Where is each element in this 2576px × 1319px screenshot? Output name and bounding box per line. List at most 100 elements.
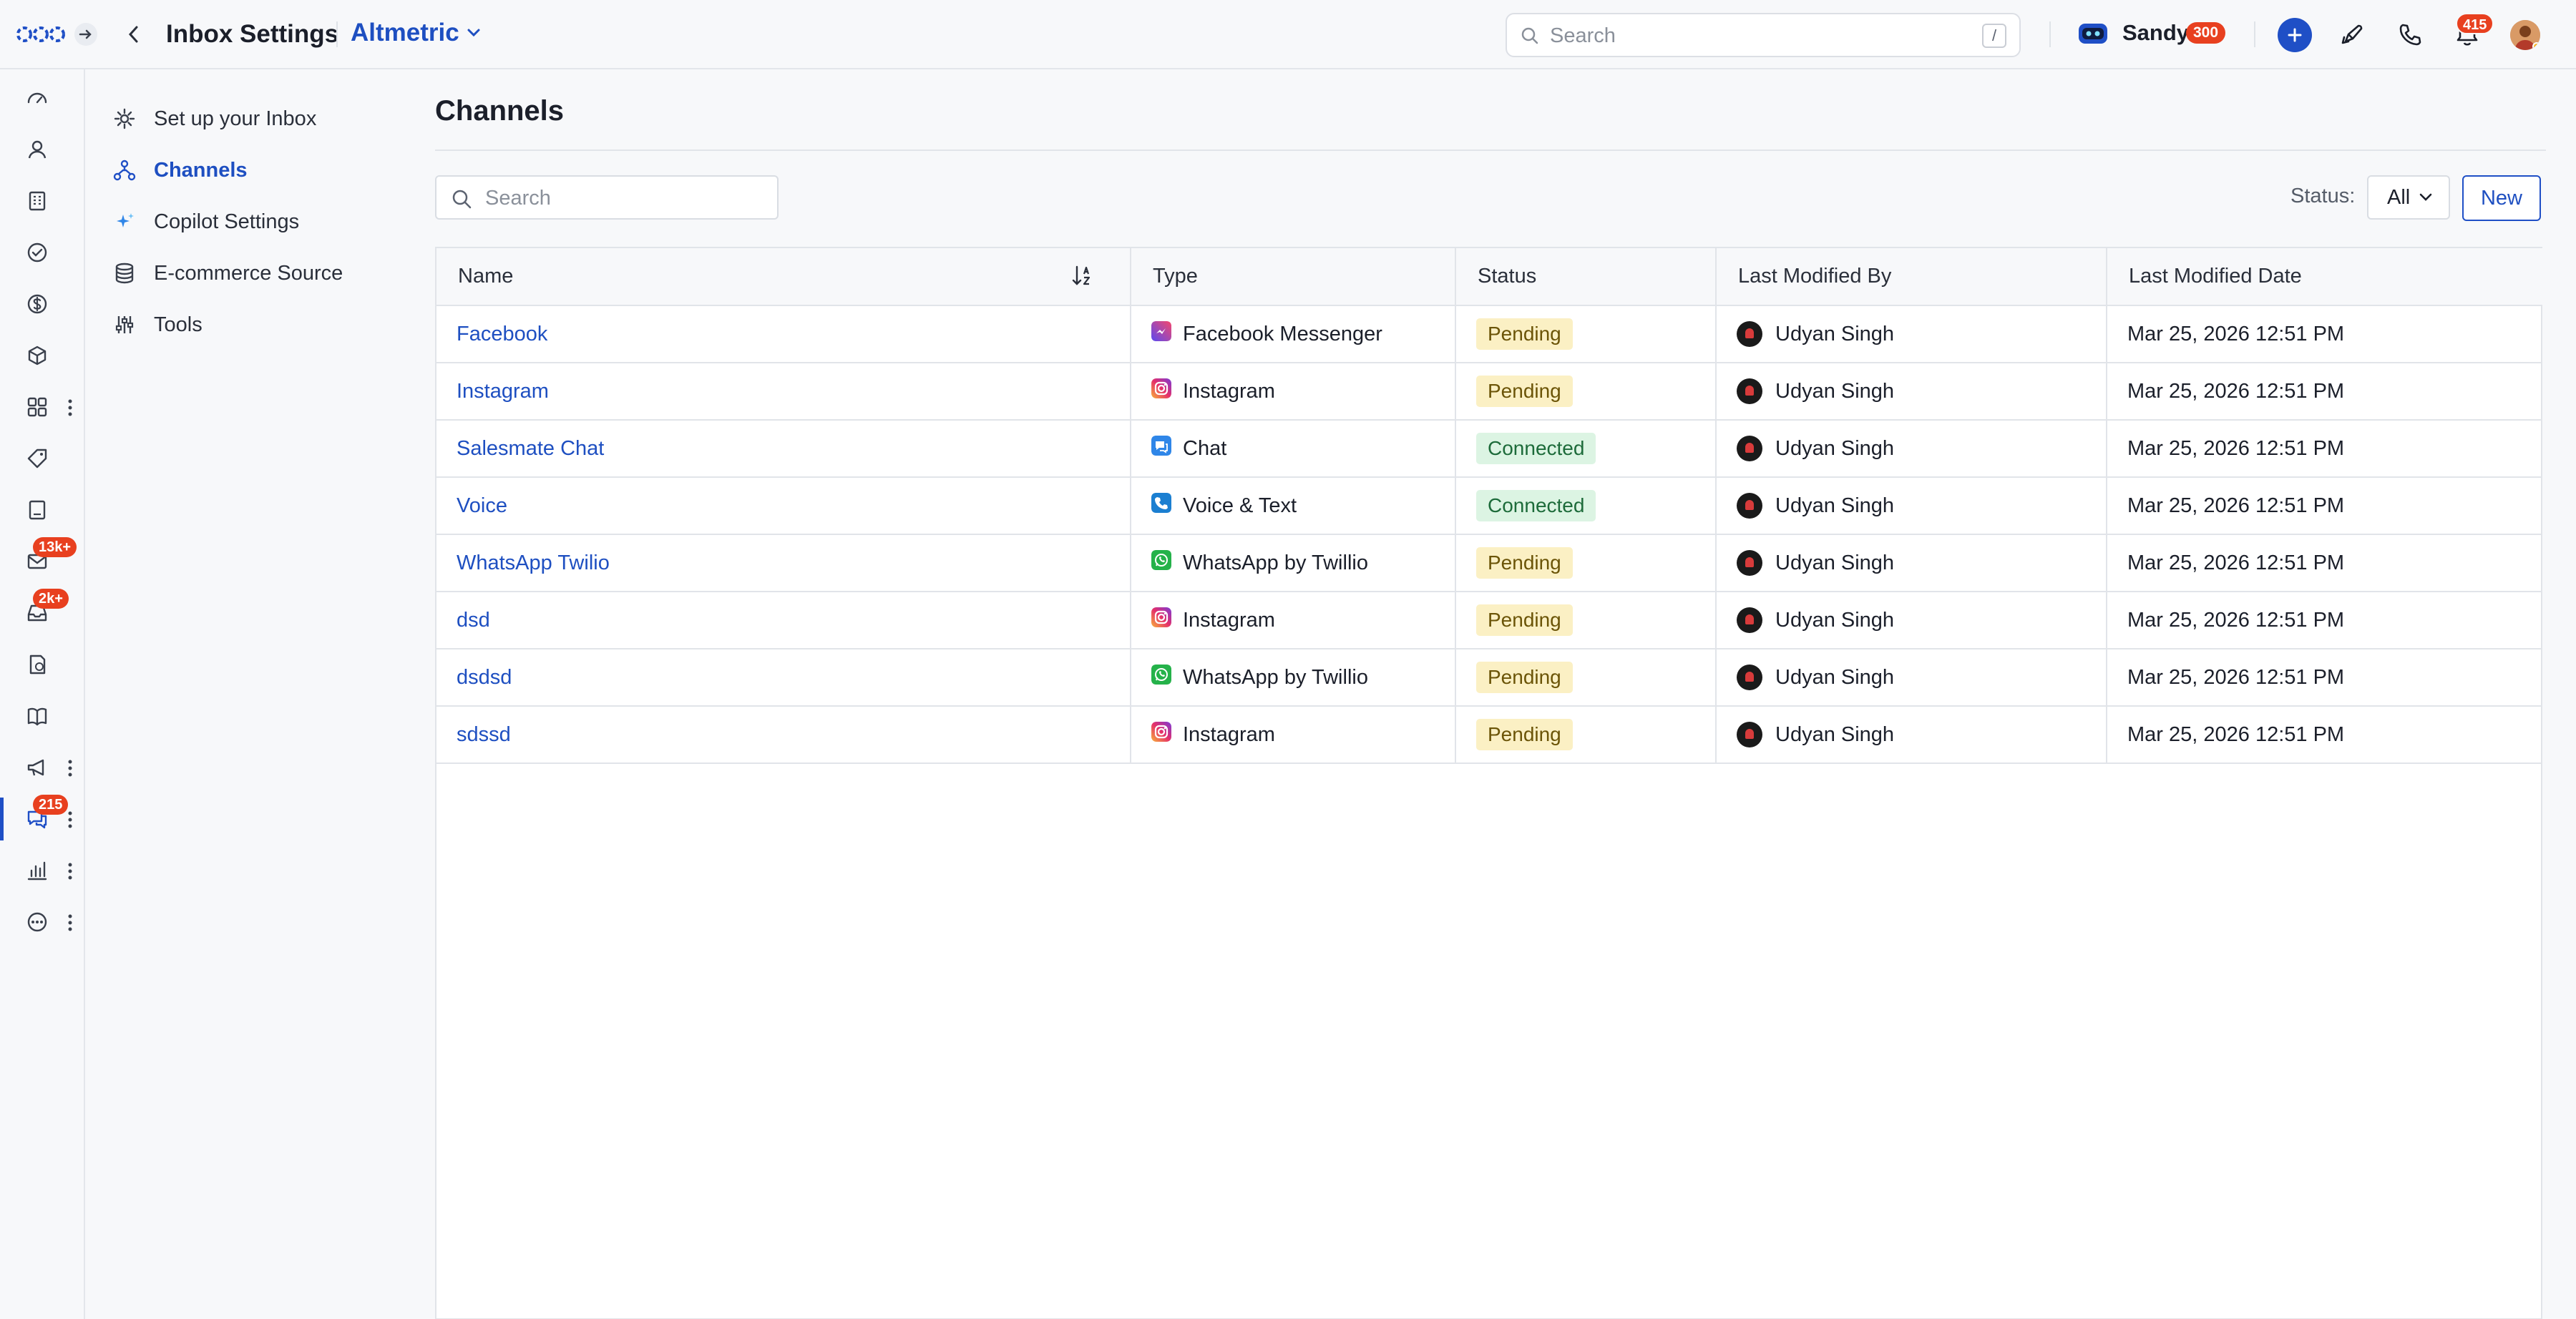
rail-item-inbox[interactable]: 2k+: [0, 589, 85, 634]
status-filter-select[interactable]: All: [2367, 175, 2450, 220]
bot-icon[interactable]: [2077, 20, 2109, 47]
rail-item-tasks[interactable]: [0, 231, 85, 274]
more-vertical-icon[interactable]: [67, 759, 73, 778]
avatar: [1737, 550, 1762, 576]
org-switcher[interactable]: Altmetric: [351, 19, 481, 47]
cell-name: sdssd: [436, 706, 1131, 764]
table-row[interactable]: Facebook Facebook Messenger Pending Udyan S…: [436, 305, 2542, 363]
rail-item-more[interactable]: [0, 901, 85, 943]
cell-modified-by: Udyan Singh: [1716, 420, 2107, 478]
rail-item-documents[interactable]: [0, 643, 85, 686]
table-row[interactable]: Instagram Instagram Pending Udyan Singh Mar …: [436, 363, 2542, 421]
column-header-modified-date[interactable]: Last Modified Date: [2107, 248, 2542, 306]
channels-table: Name Type Status Last Modified By Last M…: [435, 247, 2542, 1319]
dollar-circle-icon: [27, 294, 47, 314]
divider: [336, 21, 338, 47]
channel-type: WhatsApp by Twillio: [1151, 550, 1455, 576]
user-name[interactable]: Sandy: [2122, 20, 2189, 46]
channel-name-link[interactable]: WhatsApp Twilio: [457, 551, 610, 574]
status-badge: Pending: [1476, 604, 1573, 636]
rocket-button[interactable]: [2338, 20, 2367, 49]
subnav-item-channels[interactable]: Channels: [112, 149, 248, 192]
cell-name: dsd: [436, 592, 1131, 649]
more-vertical-icon[interactable]: [67, 398, 73, 417]
new-channel-button[interactable]: New: [2462, 175, 2541, 221]
cell-type: Chat: [1131, 420, 1456, 478]
global-search-input[interactable]: Search /: [1506, 13, 2021, 57]
channel-name-link[interactable]: sdssd: [457, 723, 511, 746]
expand-sidebar-button[interactable]: [74, 23, 97, 46]
back-button[interactable]: [123, 21, 145, 47]
column-header-modified-by[interactable]: Last Modified By: [1716, 248, 2107, 306]
rail-item-contacts[interactable]: [0, 128, 85, 171]
search-placeholder: Search: [1550, 24, 1616, 47]
rail-item-tickets[interactable]: [0, 437, 85, 480]
sort-az-icon[interactable]: [1071, 264, 1096, 288]
column-header-status[interactable]: Status: [1455, 248, 1717, 306]
subnav-item-label: Copilot Settings: [154, 210, 300, 233]
table-row[interactable]: Salesmate Chat Chat Connected Udyan Singh Ma…: [436, 420, 2542, 478]
table-row[interactable]: Voice Voice & Text Connected Udyan Singh Mar…: [436, 477, 2542, 535]
cell-modified-date: Mar 25, 2026 12:51 PM: [2107, 706, 2542, 764]
avatar: [1737, 493, 1762, 519]
channel-name-link[interactable]: Facebook: [457, 323, 547, 345]
subnav-item-copilot-settings[interactable]: Copilot Settings: [112, 200, 299, 243]
modified-by-user: Udyan Singh: [1737, 436, 2106, 461]
phone-button[interactable]: [2396, 20, 2424, 49]
modified-by-name: Udyan Singh: [1775, 494, 1895, 517]
table-row[interactable]: WhatsApp Twilio WhatsApp by Twillio Pendin…: [436, 534, 2542, 592]
rail-item-deals[interactable]: [0, 283, 85, 325]
gear-icon: [112, 107, 137, 131]
table-row[interactable]: dsd Instagram Pending Udyan Singh Mar 25, 20…: [436, 592, 2542, 649]
subnav-item-tools[interactable]: Tools: [112, 303, 203, 346]
channel-search-input[interactable]: [485, 185, 764, 211]
status-badge: Pending: [1476, 719, 1573, 750]
bar-chart-icon: [27, 861, 47, 881]
column-header-name[interactable]: Name: [436, 248, 1131, 306]
column-header-type[interactable]: Type: [1131, 248, 1456, 306]
table-row[interactable]: dsdsd WhatsApp by Twillio Pending Udyan Sin…: [436, 649, 2542, 707]
chevron-down-icon: [2419, 193, 2432, 201]
more-vertical-icon[interactable]: [67, 810, 73, 829]
subnav-item-label: E-commerce Source: [154, 261, 343, 285]
cell-modified-by: Udyan Singh: [1716, 592, 2107, 649]
cell-type: Facebook Messenger: [1131, 305, 1456, 363]
cell-modified-date: Mar 25, 2026 12:51 PM: [2107, 649, 2542, 707]
settings-subnav: Set up your Inbox Channels Copilot Setti…: [87, 69, 394, 1319]
channel-name-link[interactable]: dsd: [457, 609, 490, 632]
cell-name: WhatsApp Twilio: [436, 534, 1131, 592]
rail-item-companies[interactable]: [0, 180, 85, 222]
table-row[interactable]: sdssd Instagram Pending Udyan Singh Mar 25, …: [436, 706, 2542, 764]
channel-name-link[interactable]: Salesmate Chat: [457, 437, 604, 460]
subnav-item-setup-inbox[interactable]: Set up your Inbox: [112, 97, 316, 140]
rail-item-knowledge-base[interactable]: [0, 695, 85, 737]
more-vertical-icon[interactable]: [67, 913, 73, 932]
rail-item-email[interactable]: 13k+: [0, 537, 85, 583]
rail-item-dashboard[interactable]: [0, 77, 85, 119]
rail-item-campaigns[interactable]: [0, 746, 85, 789]
channel-name-link[interactable]: dsdsd: [457, 666, 512, 689]
network-icon: [112, 158, 137, 182]
sparkle-icon: [112, 210, 137, 234]
rail-item-notes[interactable]: [0, 489, 85, 531]
status-badge: Pending: [1476, 376, 1573, 407]
channel-type-label: Facebook Messenger: [1183, 322, 1382, 345]
status-badge: Pending: [1476, 547, 1573, 579]
channel-name-link[interactable]: Voice: [457, 494, 507, 517]
rail-item-apps[interactable]: [0, 386, 85, 428]
rail-item-reports[interactable]: [0, 849, 85, 892]
channel-type: Chat: [1151, 436, 1455, 461]
notifications-badge: 415: [2456, 13, 2494, 34]
create-button[interactable]: [2278, 18, 2312, 52]
rail-item-conversations[interactable]: 215: [0, 795, 85, 840]
user-avatar[interactable]: [2510, 20, 2540, 50]
more-vertical-icon[interactable]: [67, 862, 73, 881]
subnav-item-ecommerce-source[interactable]: E-commerce Source: [112, 252, 343, 295]
app-logo-icon[interactable]: [16, 21, 66, 47]
channel-search[interactable]: [435, 175, 779, 220]
more-circle-icon: [27, 912, 47, 932]
channel-name-link[interactable]: Instagram: [457, 380, 549, 403]
rail-item-products[interactable]: [0, 334, 85, 377]
cell-type: Instagram: [1131, 363, 1456, 421]
megaphone-icon: [27, 759, 44, 776]
